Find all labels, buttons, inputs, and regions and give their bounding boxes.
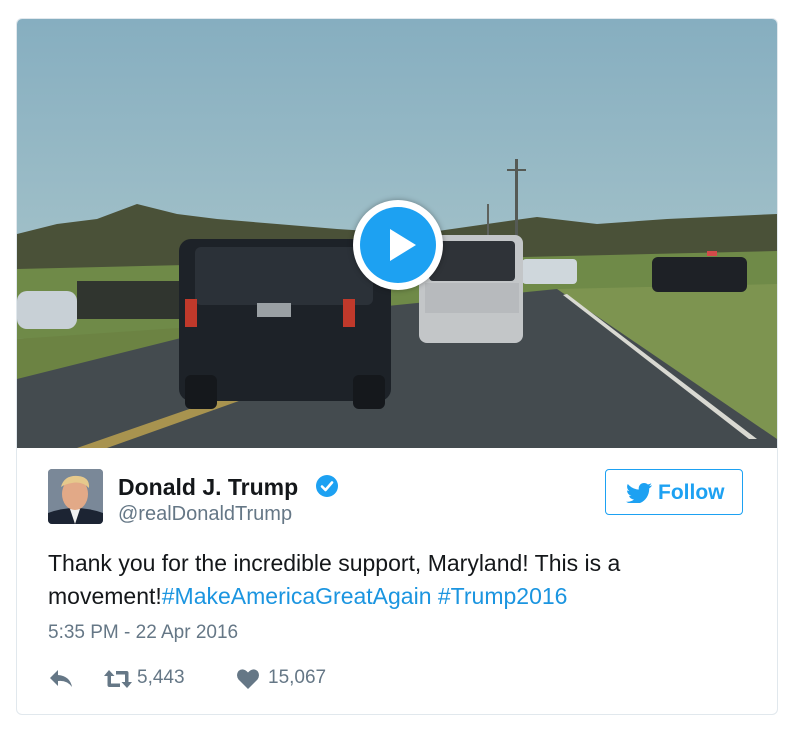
heart-icon bbox=[237, 669, 259, 689]
tweet-text: Thank you for the incredible support, Ma… bbox=[48, 547, 748, 613]
retweet-button[interactable]: 5,443 bbox=[103, 665, 223, 693]
author-name[interactable]: Donald J. Trump bbox=[118, 474, 298, 501]
play-icon bbox=[360, 207, 436, 283]
tweet-timestamp[interactable]: 5:35 PM - 22 Apr 2016 bbox=[48, 622, 238, 644]
video-thumbnail[interactable] bbox=[17, 19, 777, 448]
hashtag-link[interactable]: #Trump2016 bbox=[438, 583, 568, 609]
verified-badge-icon bbox=[316, 475, 338, 497]
like-button[interactable]: 15,067 bbox=[236, 665, 346, 693]
play-button[interactable] bbox=[353, 200, 443, 290]
retweet-icon bbox=[104, 670, 132, 688]
avatar[interactable] bbox=[48, 469, 103, 524]
like-count: 15,067 bbox=[268, 667, 327, 688]
reply-icon bbox=[50, 670, 72, 687]
tweet-actions: 5,443 15,067 bbox=[48, 665, 448, 693]
follow-button[interactable]: Follow bbox=[605, 469, 743, 515]
twitter-bird-icon bbox=[626, 483, 652, 503]
avatar-portrait bbox=[48, 469, 103, 524]
retweet-count: 5,443 bbox=[137, 667, 185, 688]
author-handle[interactable]: @realDonaldTrump bbox=[118, 503, 292, 526]
hashtag-link[interactable]: #MakeAmericaGreatAgain bbox=[162, 583, 432, 609]
reply-button[interactable] bbox=[48, 665, 78, 693]
follow-button-label: Follow bbox=[658, 481, 725, 504]
tweet-card: Donald J. Trump @realDonaldTrump Follow … bbox=[16, 18, 778, 715]
